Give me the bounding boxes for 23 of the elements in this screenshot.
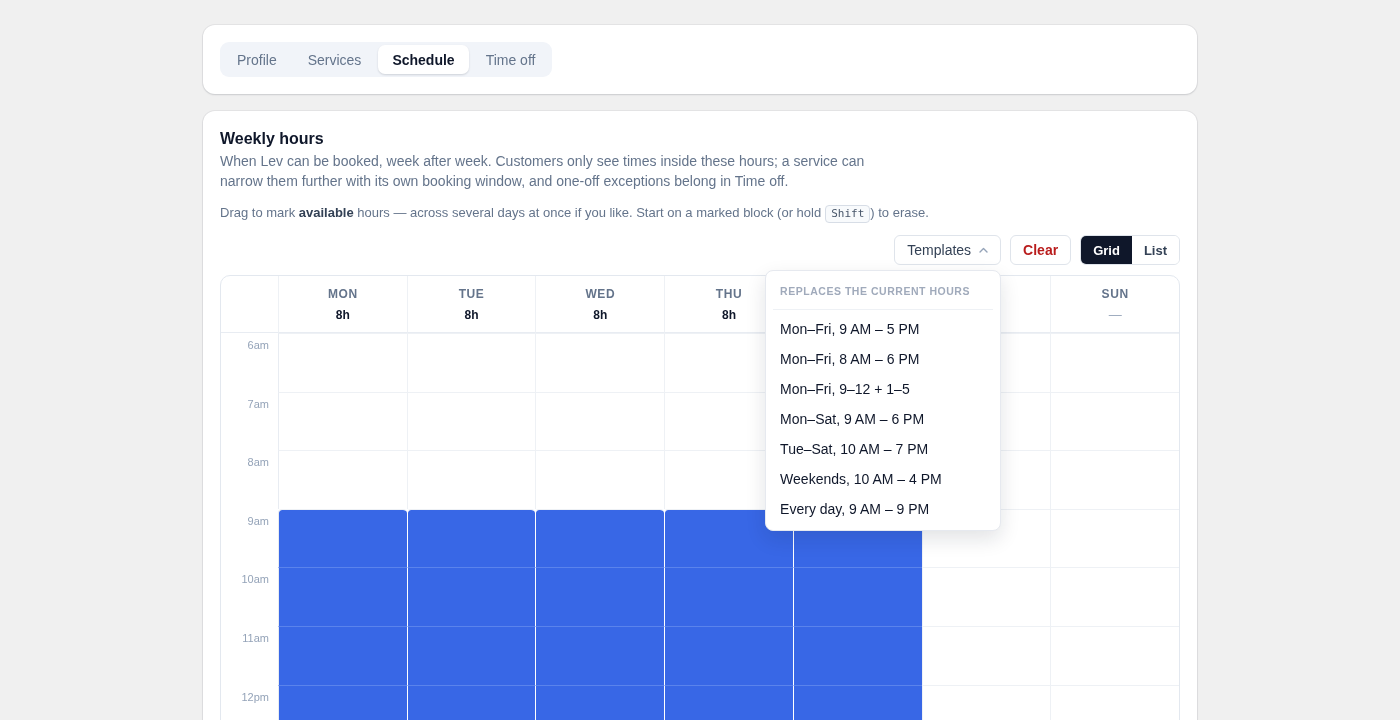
time-label: 9am	[247, 514, 269, 527]
day-name: WED	[585, 286, 616, 302]
day-total: 8h	[464, 307, 479, 323]
day-name: MON	[327, 286, 358, 302]
time-label: 7am	[247, 397, 269, 410]
time-label: 6am	[247, 339, 269, 351]
time-label: 10am	[241, 573, 269, 586]
time-label: 11am	[242, 631, 269, 644]
day-total: 8h	[593, 307, 608, 323]
section-description: When Lev can be booked, week after week. Customers only see times inside these hours; a service can narrow them further with its own booking window, and one-off exceptions belong in Time off.	[220, 152, 866, 191]
day-name: THU	[715, 286, 743, 302]
day-total: 8h	[335, 307, 350, 323]
day-name: SUN	[1101, 286, 1129, 302]
menu-heading: REPLACES THE CURRENT HOURS	[779, 284, 971, 299]
section-title: Weekly hours	[220, 129, 325, 149]
hint-text: ) to erase.	[870, 205, 929, 220]
day-total: 8h	[722, 307, 736, 323]
day-total: —	[1108, 307, 1122, 323]
hint-text: Drag to mark available hours — across several days at once if you like. Start on a marked block (or hold	[220, 205, 822, 220]
shift-key: Shift	[825, 205, 871, 223]
day-name: TUE	[458, 286, 485, 302]
time-label: 12pm	[241, 690, 269, 703]
time-label: 8am	[247, 456, 269, 469]
